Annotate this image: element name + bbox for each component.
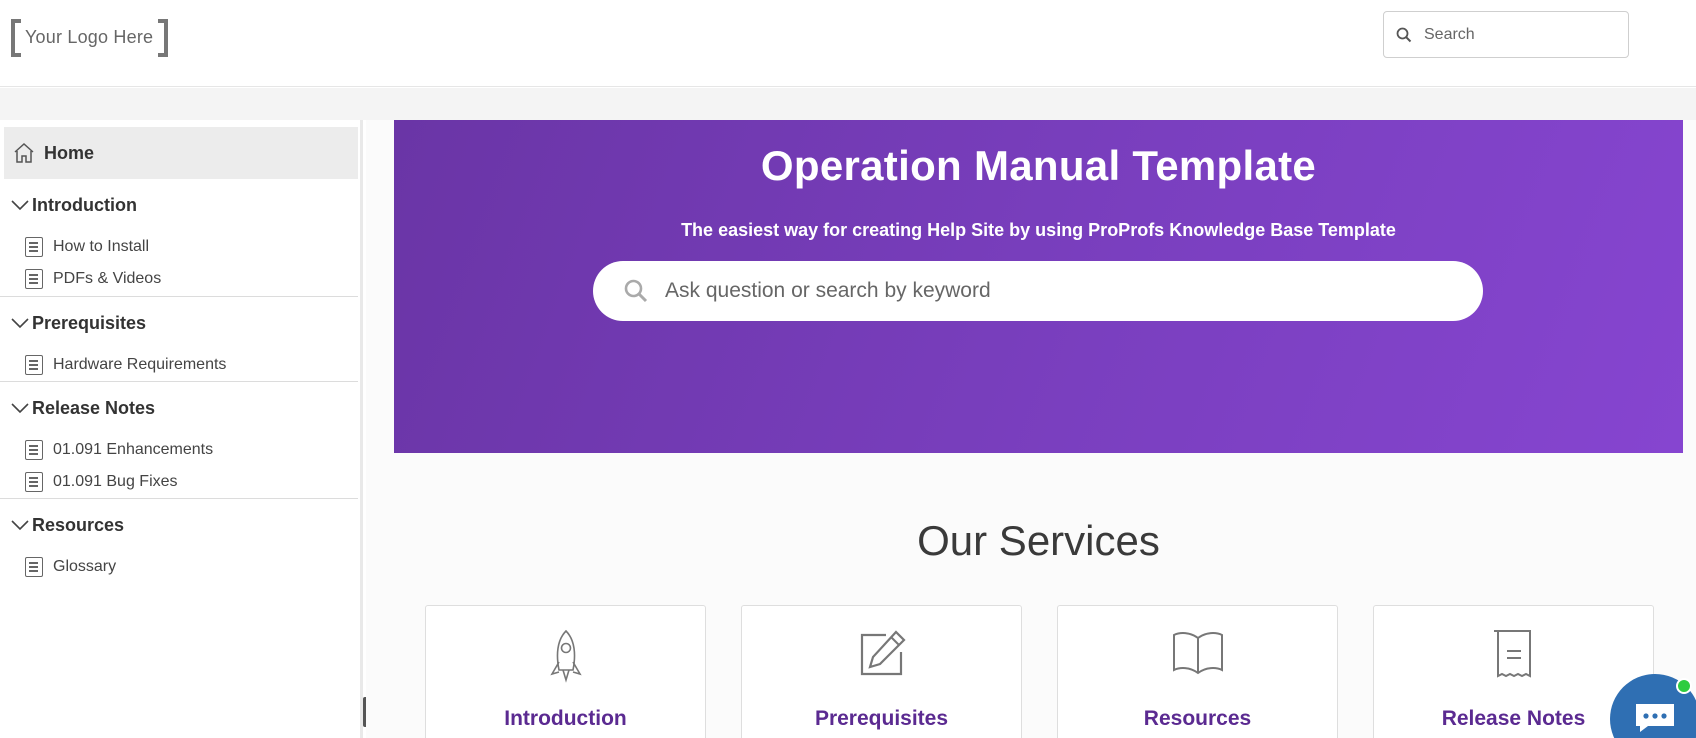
sidebar-item-label: Hardware Requirements: [53, 356, 227, 373]
header-search-box[interactable]: [1383, 11, 1629, 58]
hero-search-box[interactable]: [593, 261, 1483, 321]
chevron-down-icon: [10, 515, 30, 535]
sidebar-divider: [0, 296, 358, 297]
logo-bracket-left: [11, 19, 21, 57]
page-title: Operation Manual Template: [760, 142, 1317, 189]
sidebar-section-title: Resources: [32, 514, 125, 535]
edit-icon: [852, 628, 912, 684]
service-card-prerequisites[interactable]: Prerequisites: [741, 605, 1022, 738]
sidebar-item-label: Glossary: [53, 558, 117, 575]
sidebar-section-header[interactable]: Resources: [0, 512, 124, 538]
sidebar-section-header[interactable]: Introduction: [0, 192, 137, 218]
sidebar-item-label: PDFs & Videos: [53, 270, 162, 287]
sidebar-item-pdfs-videos[interactable]: PDFs & Videos: [25, 268, 161, 290]
sidebar-home-label: Home: [44, 142, 95, 163]
sidebar-item-bug-fixes[interactable]: 01.091 Bug Fixes: [25, 471, 178, 493]
document-icon: [25, 557, 43, 577]
chevron-down-icon: [10, 195, 30, 215]
sidebar-section-header[interactable]: Release Notes: [0, 395, 155, 421]
chat-widget-button[interactable]: [1610, 674, 1696, 738]
top-header: Your Logo Here: [0, 0, 1696, 87]
service-card-label: Resources: [1143, 707, 1252, 730]
logo-text: Your Logo Here: [25, 27, 154, 47]
site-logo[interactable]: Your Logo Here: [11, 19, 168, 57]
sidebar-section-title: Release Notes: [32, 397, 156, 418]
book-icon: [1168, 628, 1228, 684]
sidebar-section-title: Introduction: [32, 194, 137, 215]
service-card-introduction[interactable]: Introduction: [425, 605, 706, 738]
search-icon: [623, 278, 649, 304]
logo-bracket-right: [158, 19, 168, 57]
online-status-dot: [1676, 678, 1692, 694]
document-icon: [25, 355, 43, 375]
sidebar-divider: [0, 498, 358, 499]
service-card-label: Prerequisites: [814, 707, 949, 730]
document-icon: [25, 440, 43, 460]
document-icon: [25, 269, 43, 289]
sidebar-divider: [0, 381, 358, 382]
sidebar-item-label: 01.091 Enhancements: [53, 441, 214, 458]
sidebar-item-how-to-install[interactable]: How to Install: [25, 236, 149, 258]
chevron-down-icon: [10, 313, 30, 333]
service-card-resources[interactable]: Resources: [1057, 605, 1338, 738]
sidebar-section-header[interactable]: Prerequisites: [0, 310, 146, 336]
rocket-icon: [536, 628, 596, 684]
header-search-input[interactable]: [1424, 25, 1614, 44]
sidebar-item-enhancements[interactable]: 01.091 Enhancements: [25, 439, 213, 461]
home-icon: [12, 141, 36, 165]
document-icon: [25, 237, 43, 257]
sidebar-item-glossary[interactable]: Glossary: [25, 556, 116, 578]
hero-search-input[interactable]: [665, 279, 1445, 303]
sidebar-section-title: Prerequisites: [32, 312, 147, 333]
sidebar-item-label: How to Install: [53, 238, 150, 255]
hero-subtitle: The easiest way for creating Help Site b…: [681, 220, 1396, 240]
sidebar-item-hardware-requirements[interactable]: Hardware Requirements: [25, 354, 226, 376]
main-content: Operation Manual Template The easiest wa…: [366, 120, 1696, 738]
sidebar-item-home[interactable]: Home: [4, 127, 358, 179]
search-icon: [1384, 27, 1424, 43]
sidebar-item-label: 01.091 Bug Fixes: [53, 473, 178, 490]
service-card-label: Introduction: [504, 707, 627, 730]
header-band: [0, 88, 1696, 120]
chevron-down-icon: [10, 398, 30, 418]
receipt-icon: [1484, 628, 1544, 684]
chat-icon: [1632, 700, 1678, 738]
document-icon: [25, 472, 43, 492]
sidebar-nav: Home Introduction How to Install PDFs & …: [0, 120, 363, 738]
hero-banner: Operation Manual Template The easiest wa…: [394, 120, 1683, 453]
services-heading: Our Services: [917, 517, 1160, 564]
